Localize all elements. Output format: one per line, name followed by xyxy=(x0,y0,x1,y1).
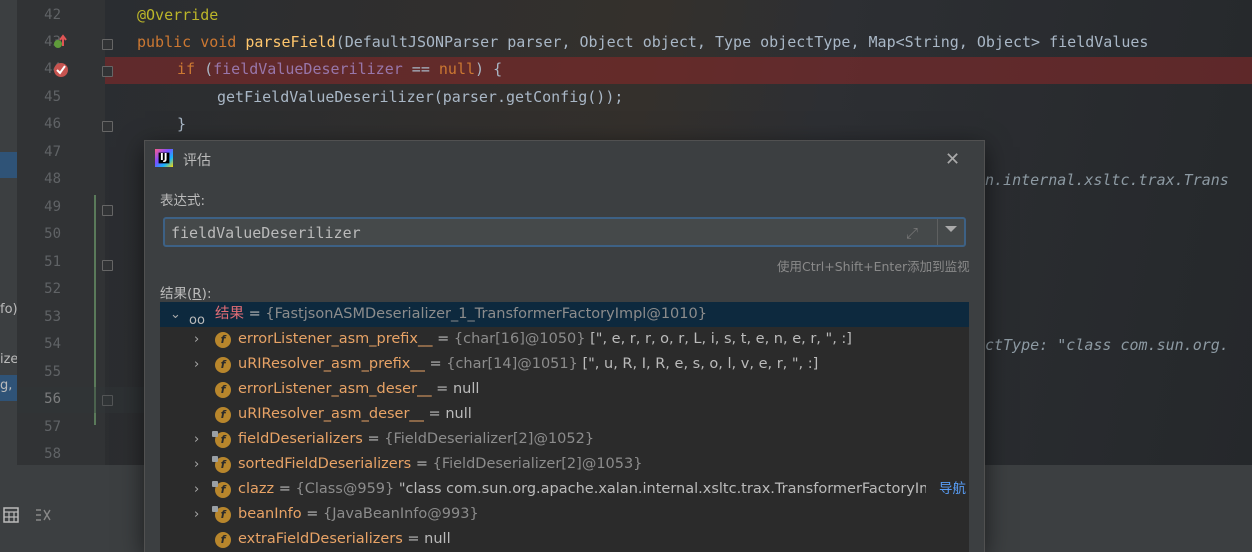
line-number: 54 xyxy=(44,336,61,352)
field-icon: f xyxy=(215,382,231,398)
tree-row-field[interactable]: › f errorListener_asm_prefix__ = {char[1… xyxy=(160,327,969,352)
field-icon: f xyxy=(215,332,231,348)
strip-text-3: g, xyxy=(0,378,13,393)
chevron-right-icon[interactable]: › xyxy=(194,452,204,472)
expand-icon[interactable]: ⤢ xyxy=(906,224,918,242)
expression-input[interactable] xyxy=(171,223,891,243)
fold-marker-icon[interactable] xyxy=(102,260,113,271)
code-line-42: @Override xyxy=(137,6,219,24)
code-line-43: public void parseField(DefaultJSONParser… xyxy=(137,33,1149,51)
code-line-45: getFieldValueDeserilizer(parser.getConfi… xyxy=(217,88,624,106)
expression-field[interactable]: ⤢ xyxy=(163,217,966,247)
result-label: 结果(R): xyxy=(160,286,212,302)
code-line-44: if (fieldValueDeserilizer == null) { xyxy=(177,60,503,78)
navigate-link[interactable]: 导航 xyxy=(939,477,966,502)
current-line-highlight xyxy=(17,387,145,413)
add-watch-hint: 使用Ctrl+Shift+Enter添加到监视 xyxy=(777,259,970,274)
fold-marker-icon[interactable] xyxy=(102,39,113,50)
result-tree[interactable]: ⌄ oo 结果 = {FastjsonASMDeserializer_1_Tra… xyxy=(160,302,969,552)
line-number: 52 xyxy=(44,281,61,297)
expression-label: 表达式: xyxy=(160,193,206,209)
evaluate-dialog: IJ 评估 ✕ 表达式: ⤢ 使用Ctrl+Shift+Enter添加到监视 结… xyxy=(145,141,984,552)
intellij-logo-icon: IJ xyxy=(155,149,173,167)
layout-list-icon[interactable] xyxy=(35,507,51,523)
close-icon[interactable]: ✕ xyxy=(945,149,960,170)
chevron-down-icon[interactable] xyxy=(945,226,957,232)
strip-highlight xyxy=(0,152,17,178)
tree-row-field[interactable]: › f sortedFieldDeserializers = {FieldDes… xyxy=(160,452,969,477)
tree-row-field[interactable]: › f fieldDeserializers = {FieldDeseriali… xyxy=(160,427,969,452)
tree-row-field[interactable]: f extraFieldDeserializers = null xyxy=(160,527,969,552)
line-number: 45 xyxy=(44,89,61,105)
tree-row-field[interactable]: › f beanInfo = {JavaBeanInfo@993} xyxy=(160,502,969,527)
line-number: 53 xyxy=(44,309,61,325)
line-number: 51 xyxy=(44,254,61,270)
protected-field-icon: f xyxy=(212,456,231,473)
line-number: 55 xyxy=(44,364,61,380)
field-icon: f xyxy=(215,532,231,548)
table-view-icon[interactable] xyxy=(3,507,19,523)
dialog-title: 评估 xyxy=(183,153,211,169)
chevron-right-icon[interactable]: › xyxy=(194,427,204,447)
divider xyxy=(937,219,938,245)
chevron-right-icon[interactable]: › xyxy=(194,352,204,372)
field-icon: f xyxy=(215,407,231,423)
field-icon: f xyxy=(215,357,231,373)
tree-row-result[interactable]: ⌄ oo 结果 = {FastjsonASMDeserializer_1_Tra… xyxy=(160,302,969,328)
tree-row-field[interactable]: f errorListener_asm_deser__ = null xyxy=(160,377,969,402)
line-number: 49 xyxy=(44,199,61,215)
inline-debug-value: ctType: "class com.sun.org. xyxy=(985,336,1229,354)
tree-row-field[interactable]: › f uRIResolver_asm_prefix__ = {char[14]… xyxy=(160,352,969,377)
protected-field-icon: f xyxy=(212,481,231,498)
tree-row-field[interactable]: › f clazz = {Class@959} "class com.sun.o… xyxy=(160,477,969,502)
chevron-down-icon[interactable]: ⌄ xyxy=(170,302,181,322)
line-number: 50 xyxy=(44,226,61,242)
protected-field-icon: f xyxy=(212,431,231,448)
line-number: 42 xyxy=(44,7,61,23)
line-number: 57 xyxy=(44,419,61,435)
fold-marker-icon[interactable] xyxy=(102,66,113,77)
protected-field-icon: f xyxy=(212,506,231,523)
chevron-right-icon[interactable]: › xyxy=(194,502,204,522)
breakpoint-icon[interactable] xyxy=(53,61,71,79)
line-number: 48 xyxy=(44,171,61,187)
chevron-right-icon[interactable]: › xyxy=(194,477,204,497)
fold-marker-icon[interactable] xyxy=(102,121,113,132)
line-number: 46 xyxy=(44,116,61,132)
code-line-46: } xyxy=(177,115,187,133)
line-number: 47 xyxy=(44,144,61,160)
inline-debug-value: n.internal.xsltc.trax.Trans xyxy=(985,171,1229,189)
chevron-right-icon[interactable]: › xyxy=(194,327,204,347)
line-number: 58 xyxy=(44,446,61,462)
strip-text-1: fo) xyxy=(0,302,18,317)
tree-row-field[interactable]: f uRIResolver_asm_deser__ = null xyxy=(160,402,969,427)
override-method-icon[interactable] xyxy=(53,34,67,50)
fold-marker-icon[interactable] xyxy=(102,205,113,216)
